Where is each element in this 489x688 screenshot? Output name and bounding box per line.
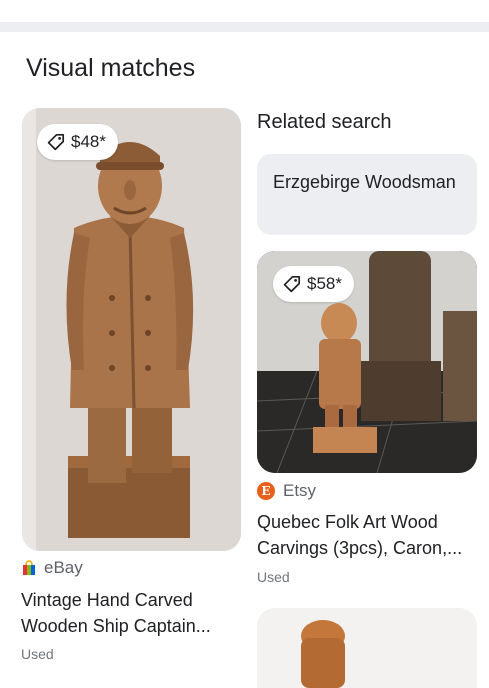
wood-carving-head-image (257, 608, 477, 688)
top-bar (0, 0, 489, 22)
section-divider (0, 22, 489, 32)
result-title[interactable]: Quebec Folk Art Wood Carvings (3pcs), Ca… (257, 509, 477, 561)
result-title-line: Wooden Ship Captain... (21, 616, 211, 636)
price-label: $58* (307, 274, 342, 293)
result-title-line: Quebec Folk Art Wood (257, 512, 438, 532)
result-title-line: Vintage Hand Carved (21, 590, 193, 610)
result-image-1[interactable] (22, 108, 241, 551)
price-chip: $48* (37, 124, 118, 160)
price-chip: $58* (273, 266, 354, 302)
wood-carving-captain-image (22, 108, 241, 551)
result-image-3[interactable] (257, 608, 477, 688)
condition-label: Used (257, 569, 290, 585)
source-row[interactable]: E Etsy (257, 481, 316, 501)
source-name: Etsy (283, 481, 317, 500)
result-title-line: Carvings (3pcs), Caron,... (257, 538, 463, 558)
condition-label: Used (21, 646, 54, 662)
tag-icon (283, 275, 301, 293)
section-title: Visual matches (26, 54, 196, 82)
result-title[interactable]: Vintage Hand Carved Wooden Ship Captain.… (21, 587, 241, 639)
related-search-title: Related search (257, 111, 392, 133)
related-search-chip[interactable]: Erzgebirge Woodsman (257, 154, 477, 235)
ebay-bag-icon (23, 560, 35, 575)
etsy-logo-icon: E (257, 482, 275, 500)
price-label: $48* (71, 132, 106, 151)
tag-icon (47, 133, 65, 151)
source-name: eBay (44, 558, 83, 577)
source-row[interactable]: eBay (22, 558, 83, 578)
